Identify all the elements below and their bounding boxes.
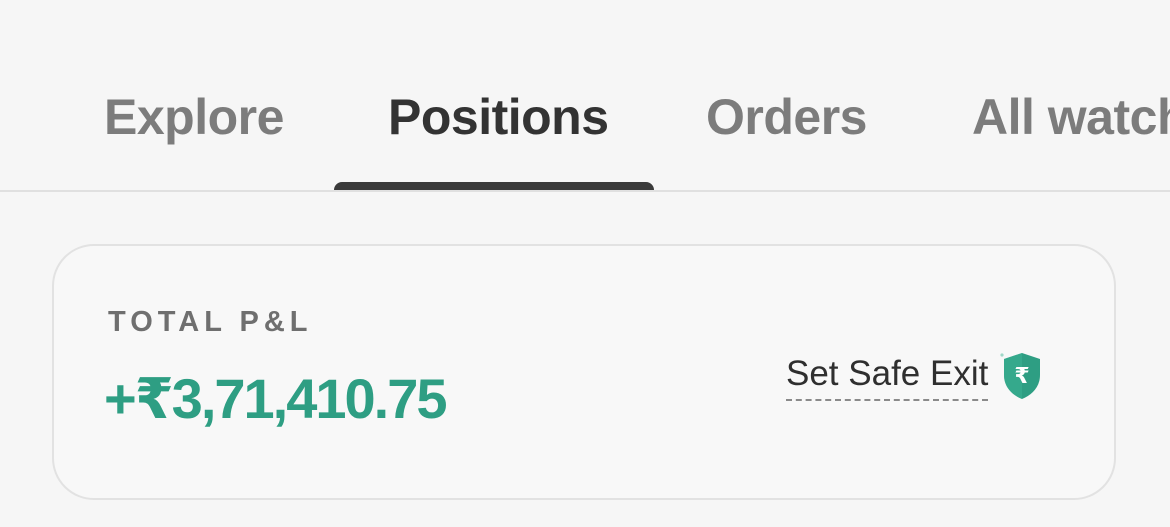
- tab-orders[interactable]: Orders: [706, 88, 867, 146]
- set-safe-exit-button[interactable]: Set Safe Exit ₹: [786, 351, 1044, 402]
- total-pnl-card: TOTAL P&L +₹3,71,410.75 Set Safe Exit ₹: [52, 244, 1116, 500]
- tab-all-watchlists[interactable]: All watch: [972, 88, 1170, 146]
- tab-explore[interactable]: Explore: [104, 88, 284, 146]
- tab-bar: Explore Positions Orders All watch: [0, 0, 1170, 192]
- rupee-shield-icon: ₹: [1000, 351, 1044, 401]
- total-pnl-value: +₹3,71,410.75: [104, 367, 447, 430]
- svg-text:₹: ₹: [1015, 364, 1030, 389]
- total-pnl-label: TOTAL P&L: [108, 306, 313, 338]
- tab-positions[interactable]: Positions: [388, 88, 609, 146]
- set-safe-exit-label: Set Safe Exit: [786, 354, 989, 402]
- active-tab-indicator: [334, 182, 654, 190]
